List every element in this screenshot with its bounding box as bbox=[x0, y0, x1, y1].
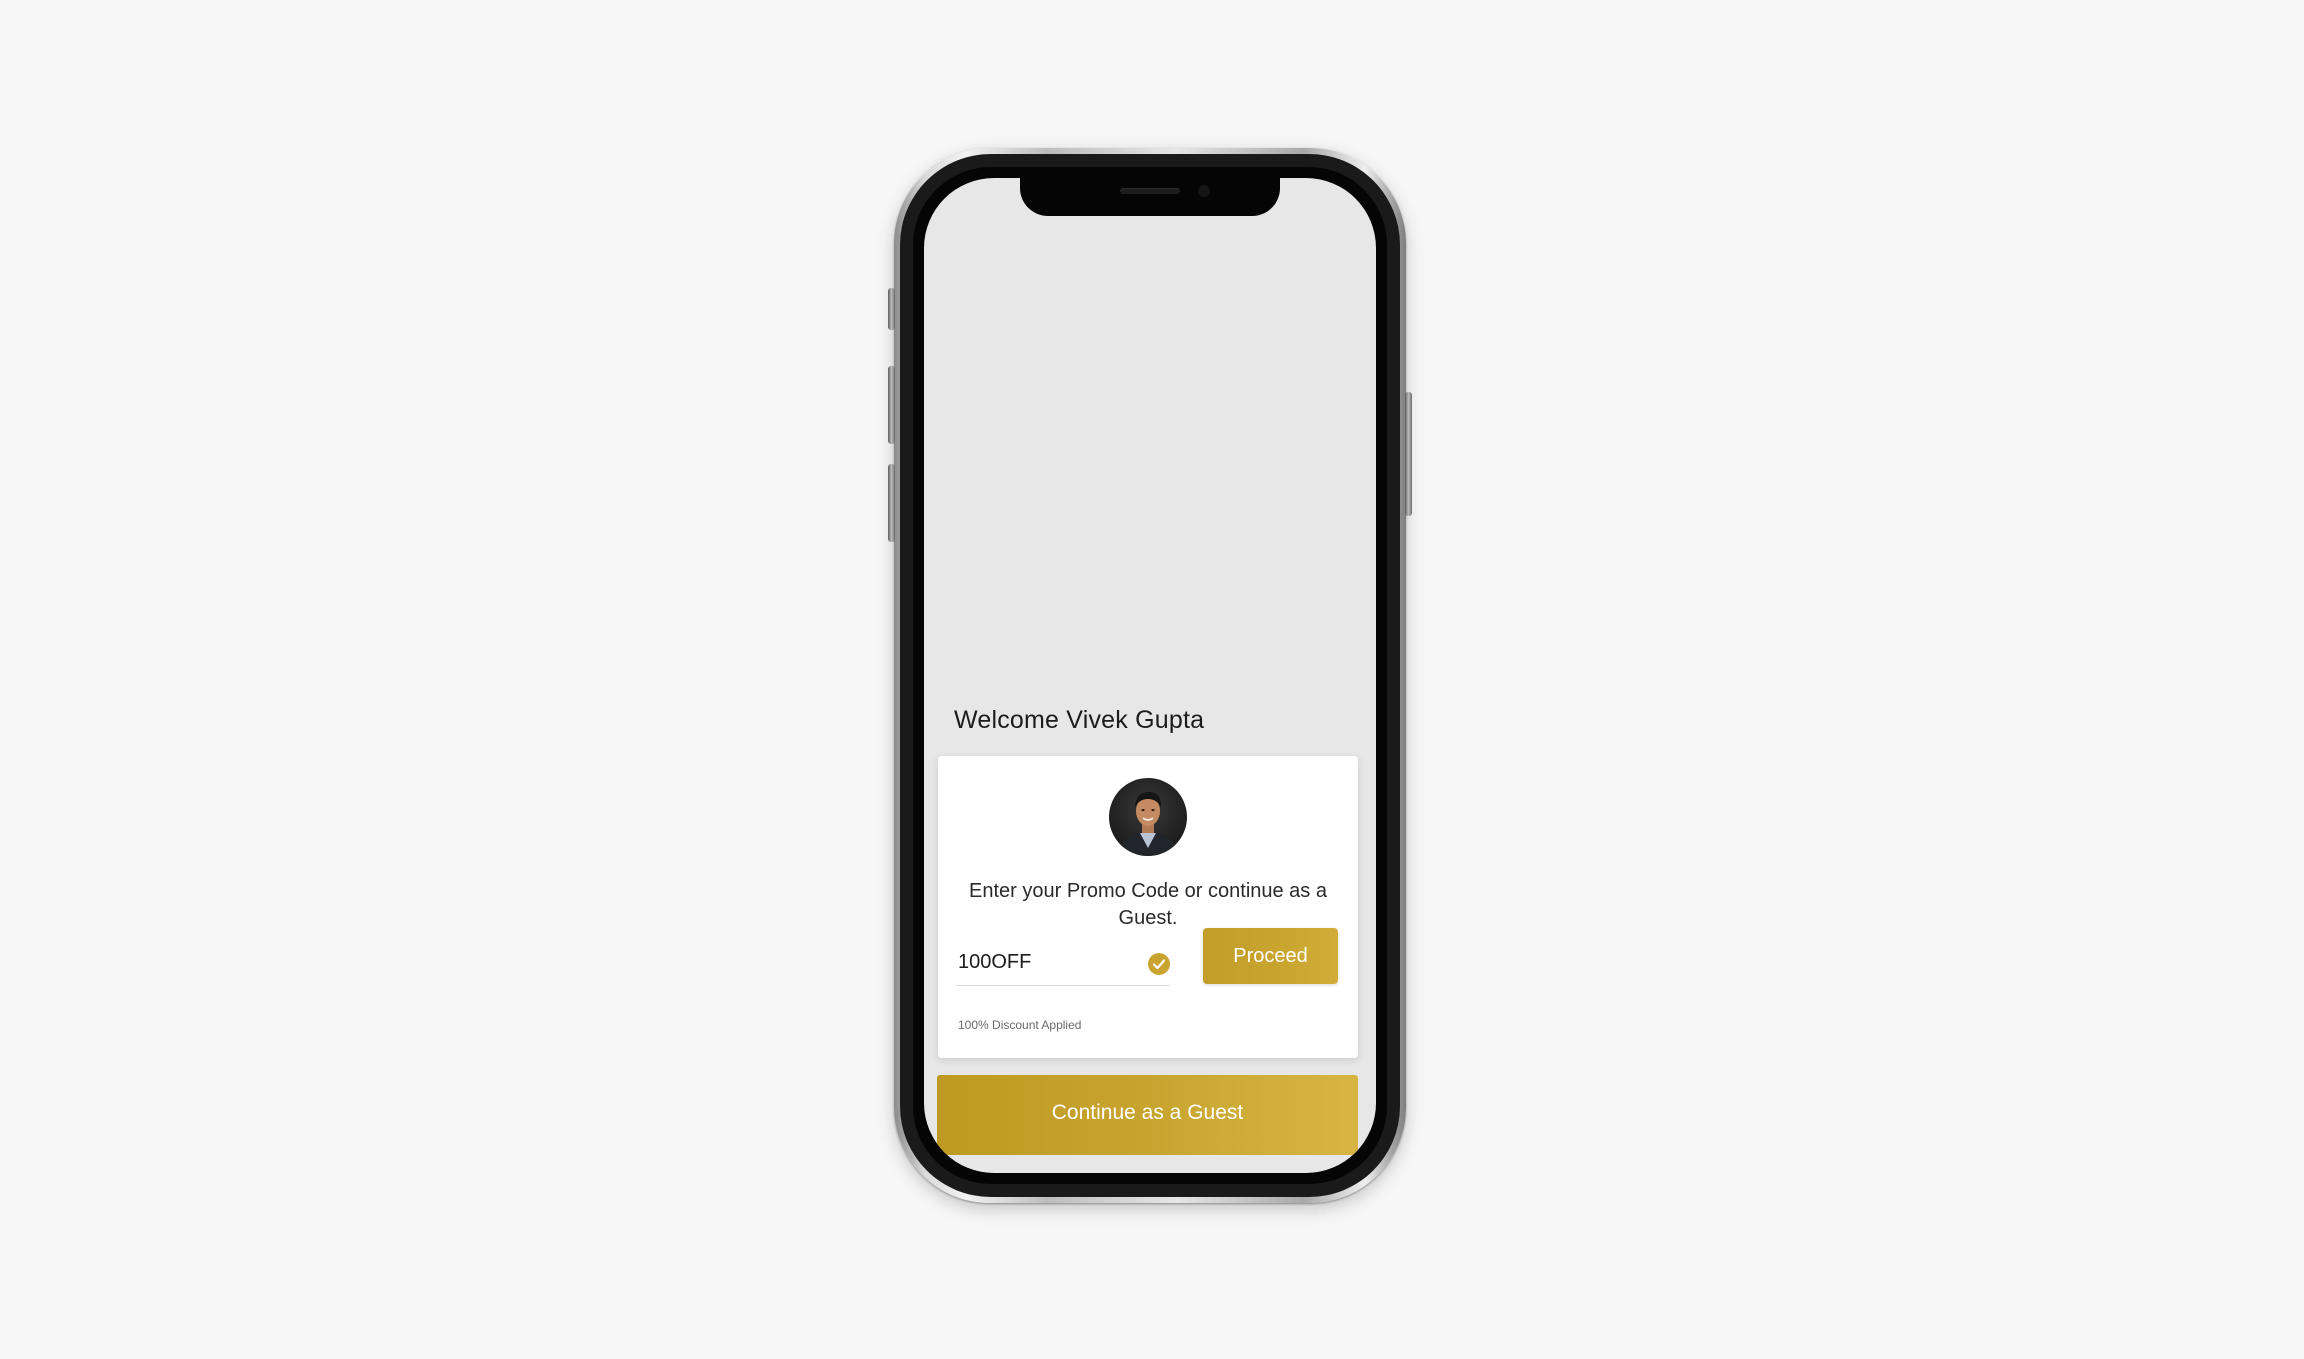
proceed-button[interactable]: Proceed bbox=[1203, 928, 1338, 984]
phone-screen: Welcome Vivek Gupta Enter your Promo Cod… bbox=[924, 178, 1376, 1173]
check-circle-icon bbox=[1148, 953, 1170, 975]
promo-card: Enter your Promo Code or continue as a G… bbox=[938, 756, 1358, 1058]
welcome-heading: Welcome Vivek Gupta bbox=[954, 706, 1205, 734]
power-button bbox=[1405, 392, 1412, 516]
volume-up-button bbox=[888, 366, 895, 444]
front-camera bbox=[1198, 185, 1210, 197]
continue-as-guest-button[interactable]: Continue as a Guest bbox=[937, 1075, 1358, 1155]
speaker-grille bbox=[1120, 188, 1180, 194]
avatar-photo-icon bbox=[1109, 778, 1187, 856]
user-avatar bbox=[1109, 778, 1187, 856]
page-background: Welcome Vivek Gupta Enter your Promo Cod… bbox=[0, 0, 2304, 1359]
discount-status-text: 100% Discount Applied bbox=[958, 1018, 1082, 1032]
promo-code-input[interactable] bbox=[956, 940, 1170, 986]
phone-notch bbox=[1020, 178, 1280, 216]
phone-frame: Welcome Vivek Gupta Enter your Promo Cod… bbox=[888, 148, 1412, 1203]
volume-down-button bbox=[888, 464, 895, 542]
silent-switch bbox=[888, 288, 895, 330]
promo-prompt-text: Enter your Promo Code or continue as a G… bbox=[969, 880, 1327, 929]
